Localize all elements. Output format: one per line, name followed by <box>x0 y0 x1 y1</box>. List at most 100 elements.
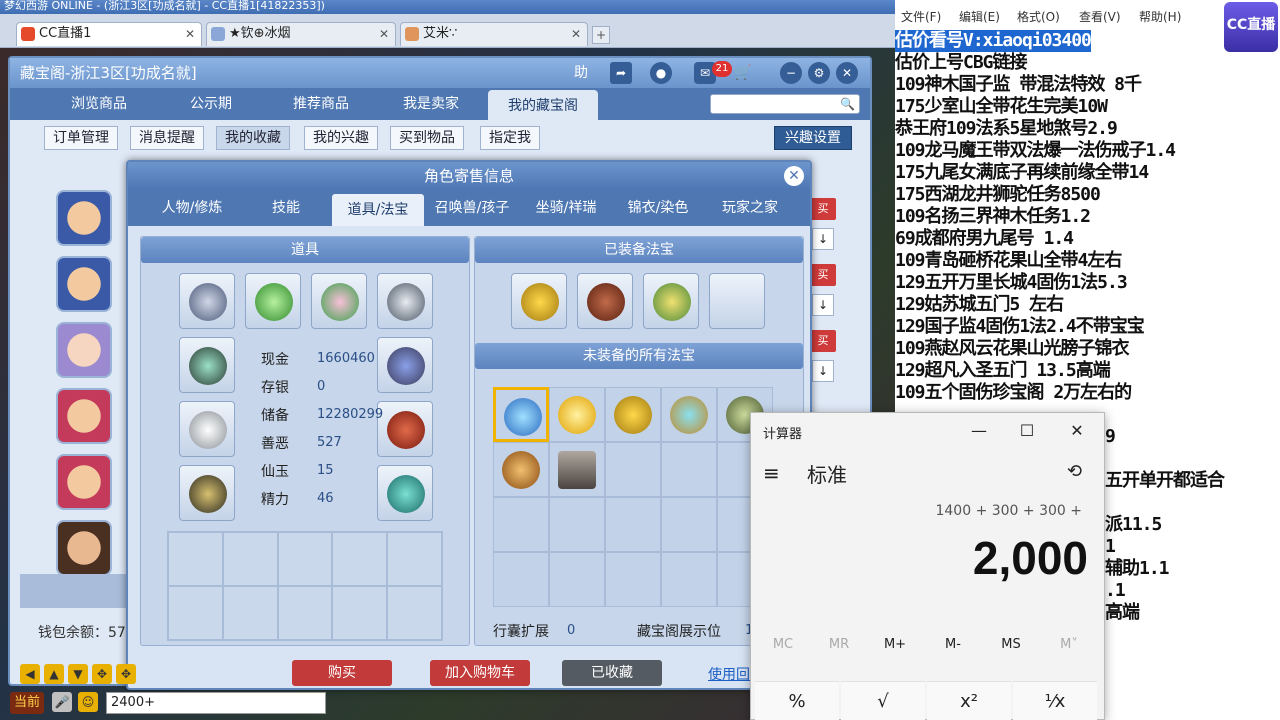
percent-key[interactable]: % <box>755 681 839 720</box>
chat-channel-button[interactable]: 当前 <box>10 692 45 714</box>
treasure-cell[interactable] <box>661 552 717 607</box>
treasure-cell[interactable] <box>605 497 661 552</box>
treasure-cell[interactable] <box>549 442 605 497</box>
history-icon[interactable]: ⟲ <box>1067 461 1082 482</box>
record-icon[interactable]: ● <box>650 62 672 84</box>
tab-pets-children[interactable]: 召唤兽/孩子 <box>426 190 518 226</box>
close-tab-icon[interactable]: ✕ <box>379 23 389 45</box>
menu-view[interactable]: 查看(V) <box>1079 8 1121 25</box>
treasure-slot[interactable] <box>511 273 567 329</box>
character-avatar[interactable] <box>56 520 112 576</box>
item-slot[interactable] <box>377 337 433 393</box>
empty-slot[interactable] <box>387 586 442 640</box>
subnav-orders[interactable]: 订单管理 <box>44 126 118 150</box>
buy-stub-button[interactable]: 买 <box>810 264 836 286</box>
arrow-move-icon[interactable]: ✥ <box>92 664 112 684</box>
new-tab-button[interactable]: + <box>592 26 610 44</box>
arrow-down-icon[interactable]: ↓ <box>812 228 834 250</box>
character-avatar[interactable] <box>56 322 112 378</box>
treasure-cell[interactable] <box>493 387 549 442</box>
empty-slot[interactable] <box>168 532 223 586</box>
close-icon[interactable]: ✕ <box>836 62 858 84</box>
close-tab-icon[interactable]: ✕ <box>571 23 581 45</box>
nav-my-cbg[interactable]: 我的藏宝阁 <box>488 90 598 122</box>
treasure-slot[interactable] <box>709 273 765 329</box>
subnav-bought[interactable]: 买到物品 <box>390 126 464 150</box>
tab-character-1[interactable]: ★钦⊕冰烟 ✕ <box>206 22 396 46</box>
tab-outfits[interactable]: 锦衣/染色 <box>614 190 702 226</box>
treasure-cell[interactable] <box>661 387 717 442</box>
empty-slot[interactable] <box>277 586 333 640</box>
empty-slot[interactable] <box>277 532 333 586</box>
close-button[interactable]: ✕ <box>1057 419 1097 443</box>
nav-browse-goods[interactable]: 浏览商品 <box>44 88 154 120</box>
subnav-interests[interactable]: 我的兴趣 <box>304 126 378 150</box>
minimize-icon[interactable]: − <box>780 62 802 84</box>
menu-edit[interactable]: 编辑(E) <box>959 8 1000 25</box>
treasure-cell[interactable] <box>493 552 549 607</box>
empty-slot[interactable] <box>222 532 278 586</box>
tab-player-home[interactable]: 玩家之家 <box>706 190 794 226</box>
share-icon[interactable]: ➦ <box>610 62 632 84</box>
treasure-cell[interactable] <box>493 497 549 552</box>
interest-settings-button[interactable]: 兴趣设置 <box>774 126 852 150</box>
item-slot[interactable] <box>179 465 235 521</box>
hamburger-menu-icon[interactable]: ≡ <box>763 461 780 485</box>
subnav-favorites[interactable]: 我的收藏 <box>216 126 290 150</box>
reciprocal-key[interactable]: ¹⁄x <box>1013 681 1097 720</box>
nav-public-period[interactable]: 公示期 <box>156 88 266 120</box>
tab-skills[interactable]: 技能 <box>244 190 328 226</box>
item-slot[interactable] <box>311 273 367 329</box>
treasure-cell[interactable] <box>549 552 605 607</box>
empty-slot[interactable] <box>332 532 388 586</box>
treasure-cell[interactable] <box>605 442 661 497</box>
arrow-move-icon[interactable]: ✥ <box>116 664 136 684</box>
item-slot[interactable] <box>179 337 235 393</box>
chat-input[interactable]: 2400+ <box>106 692 326 714</box>
arrow-down-icon[interactable]: ↓ <box>812 360 834 382</box>
empty-slot[interactable] <box>387 532 442 586</box>
cbg-search-input[interactable]: 🔍 <box>710 94 860 114</box>
treasure-cell[interactable] <box>661 497 717 552</box>
search-icon[interactable]: 🔍 <box>840 97 855 111</box>
arrow-left-icon[interactable]: ◀ <box>20 664 40 684</box>
treasure-slot[interactable] <box>577 273 633 329</box>
memory-store-button[interactable]: MS <box>983 637 1039 652</box>
treasure-cell[interactable] <box>549 497 605 552</box>
nav-i-am-seller[interactable]: 我是卖家 <box>376 88 486 120</box>
buy-stub-button[interactable]: 买 <box>810 198 836 220</box>
menu-file[interactable]: 文件(F) <box>901 8 941 25</box>
treasure-cell[interactable] <box>605 552 661 607</box>
item-slot[interactable] <box>179 273 235 329</box>
dialog-close-icon[interactable]: ✕ <box>784 166 804 186</box>
arrow-down-icon[interactable]: ▼ <box>68 664 88 684</box>
empty-slot[interactable] <box>222 586 278 640</box>
maximize-button[interactable]: ☐ <box>1007 419 1047 443</box>
item-slot[interactable] <box>377 401 433 457</box>
empty-slot[interactable] <box>332 586 388 640</box>
treasure-cell[interactable] <box>549 387 605 442</box>
character-avatar[interactable] <box>56 190 112 246</box>
item-slot[interactable] <box>245 273 301 329</box>
cart-icon[interactable]: 🛒 <box>732 62 754 84</box>
memory-recall-button[interactable]: MR <box>811 637 867 652</box>
memory-add-button[interactable]: M+ <box>867 637 923 652</box>
memory-clear-button[interactable]: MC <box>755 637 811 652</box>
help-button[interactable]: 助 <box>566 62 596 84</box>
memory-list-button[interactable]: M˅ <box>1041 637 1097 652</box>
tab-mounts[interactable]: 坐骑/祥瑞 <box>520 190 612 226</box>
menu-format[interactable]: 格式(O) <box>1017 8 1060 25</box>
item-slot[interactable] <box>179 401 235 457</box>
treasure-cell[interactable] <box>661 442 717 497</box>
arrow-down-icon[interactable]: ↓ <box>812 294 834 316</box>
menu-help[interactable]: 帮助(H) <box>1139 8 1181 25</box>
character-avatar[interactable] <box>56 256 112 312</box>
subnav-assigned-to-me[interactable]: 指定我 <box>480 126 540 150</box>
treasure-cell[interactable] <box>493 442 549 497</box>
square-root-key[interactable]: √ <box>841 681 925 720</box>
item-slot[interactable] <box>377 465 433 521</box>
tab-items-treasures[interactable]: 道具/法宝 <box>332 194 424 226</box>
character-avatar[interactable] <box>56 388 112 444</box>
tab-cc-live[interactable]: CC直播1 ✕ <box>16 22 202 46</box>
arrow-up-icon[interactable]: ▲ <box>44 664 64 684</box>
